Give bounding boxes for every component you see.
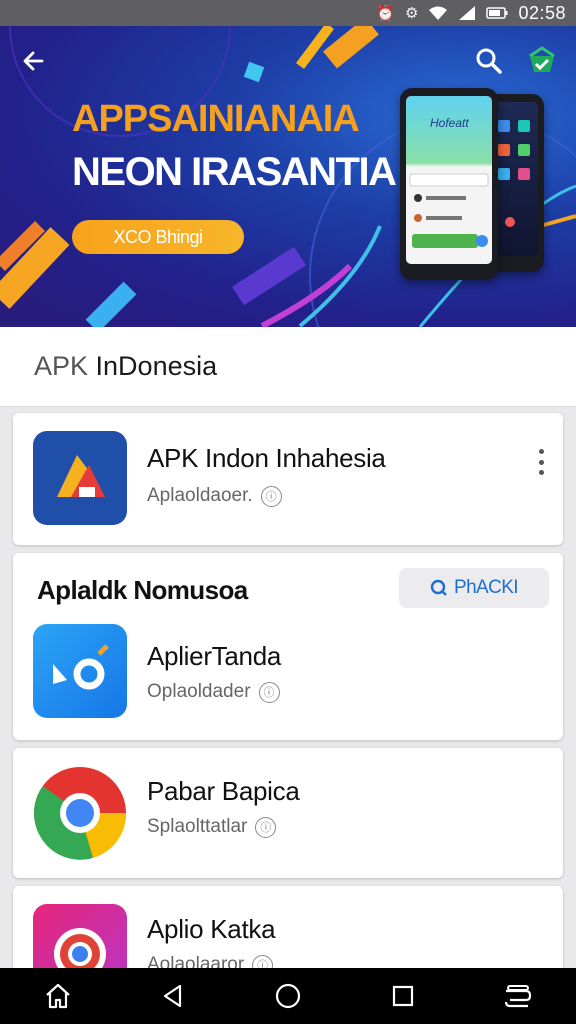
featured-app-subtitle: Aplaoldaoer. ⓘ <box>147 485 282 507</box>
group-title: Aplaldk Nomusoa <box>37 575 248 605</box>
section-header: APK InDonesia <box>0 327 576 407</box>
back-arrow-icon[interactable] <box>18 46 48 76</box>
info-icon[interactable]: ⓘ <box>258 681 280 703</box>
app-subtitle: Splaolttatlar ⓘ <box>147 816 277 838</box>
wifi-icon <box>429 6 448 20</box>
apk-indonesia-app-icon <box>33 431 127 525</box>
section-title: InDonesia <box>88 351 218 381</box>
group-action-pill[interactable]: PhACKI <box>399 568 549 608</box>
phone-screen-title: Hofeatt <box>430 116 469 130</box>
banner-headline: APPSAINIANAIA <box>72 98 360 140</box>
group-action-label: PhACKI <box>454 577 519 598</box>
switch-icon[interactable] <box>500 978 536 1014</box>
info-icon[interactable]: ⓘ <box>255 816 277 838</box>
app-title: Pabar Bapica <box>147 776 300 806</box>
section-prefix: APK <box>34 351 89 381</box>
search-icon[interactable] <box>474 46 504 76</box>
system-nav-bar <box>0 968 576 1024</box>
alarm-icon: ⏰ <box>376 5 395 22</box>
app-icon-blue <box>33 624 127 718</box>
app-group-card: Aplaldk Nomusoa PhACKI AplierTanda Oplao… <box>13 553 563 740</box>
featured-app-title: APK Indon Inhahesia <box>147 443 386 473</box>
app-title: AplierTanda <box>147 641 282 671</box>
app-title: Aplio Katka <box>147 914 276 944</box>
info-icon[interactable]: ⓘ <box>260 485 282 507</box>
status-bar: ⏰ ⚙ 02:58 <box>0 0 576 26</box>
promo-banner[interactable]: APPSAINIANAIA NEON IRASANTIA XCO Bhingi … <box>0 26 576 327</box>
app-subtitle-text: Splaolttatlar <box>147 816 248 837</box>
recents-icon[interactable] <box>385 978 421 1014</box>
featured-app-card[interactable]: APK Indon Inhahesia Aplaoldaoer. ⓘ <box>13 413 563 545</box>
home-icon[interactable] <box>40 978 76 1014</box>
app-grid-icons <box>498 120 530 227</box>
featured-app-subtitle-text: Aplaoldaoer. <box>147 485 253 506</box>
chrome-style-app-icon <box>33 766 127 860</box>
signal-icon <box>459 6 476 20</box>
circle-home-icon[interactable] <box>270 978 306 1014</box>
back-icon[interactable] <box>155 978 191 1014</box>
app-subtitle: Oplaoldader ⓘ <box>147 681 280 703</box>
store-bag-icon[interactable] <box>526 44 558 76</box>
status-time: 02:58 <box>518 2 566 23</box>
banner-subline: NEON IRASANTIA <box>72 150 397 194</box>
search-icon <box>430 579 447 596</box>
settings-icon: ⚙ <box>405 5 419 22</box>
app-subtitle-text: Oplaoldader <box>147 681 251 702</box>
app-card[interactable]: Pabar Bapica Splaolttatlar ⓘ <box>13 748 563 878</box>
phone-mockup-front: Hofeatt <box>400 88 498 280</box>
banner-cta-button[interactable]: XCO Bhingi <box>72 220 244 254</box>
battery-icon <box>486 7 508 19</box>
more-options-icon[interactable] <box>537 449 545 475</box>
